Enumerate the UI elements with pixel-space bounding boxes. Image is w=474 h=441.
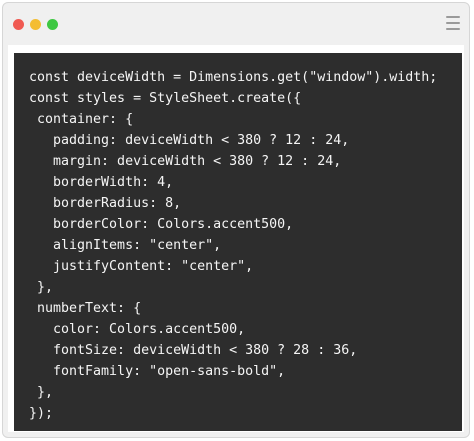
code-line: borderRadius: 8, xyxy=(29,196,182,211)
close-button[interactable] xyxy=(13,19,24,30)
content-area: const deviceWidth = Dimensions.get("wind… xyxy=(8,45,464,432)
minimize-button[interactable] xyxy=(30,19,41,30)
code-line: alignItems: "center", xyxy=(29,238,222,253)
code-line: fontSize: deviceWidth < 380 ? 28 : 36, xyxy=(29,343,358,358)
menu-bar-middle xyxy=(446,22,460,24)
menu-bar-top xyxy=(446,16,460,18)
zoom-button[interactable] xyxy=(47,19,58,30)
hamburger-menu-icon[interactable] xyxy=(446,16,460,30)
code-line: const styles = StyleSheet.create({ xyxy=(29,91,302,106)
code-block: const deviceWidth = Dimensions.get("wind… xyxy=(14,53,462,431)
code-line: }); xyxy=(29,406,54,421)
code-line: justifyContent: "center", xyxy=(29,259,254,274)
code-line: const deviceWidth = Dimensions.get("wind… xyxy=(29,70,438,85)
code-line: container: { xyxy=(29,112,134,127)
code-line: }, xyxy=(29,280,54,295)
title-bar xyxy=(3,3,469,45)
code-line: color: Colors.accent500, xyxy=(29,322,246,337)
code-line: numberText: { xyxy=(29,301,142,316)
menu-bar-bottom xyxy=(446,28,460,30)
window-controls xyxy=(13,19,58,30)
code-line: borderWidth: 4, xyxy=(29,175,174,190)
code-line: margin: deviceWidth < 380 ? 12 : 24, xyxy=(29,154,342,169)
code-line: borderColor: Colors.accent500, xyxy=(29,217,294,232)
code-line: padding: deviceWidth < 380 ? 12 : 24, xyxy=(29,133,350,148)
code-line: }, xyxy=(29,385,54,400)
app-window: const deviceWidth = Dimensions.get("wind… xyxy=(2,2,470,438)
code-line: fontFamily: "open-sans-bold", xyxy=(29,364,286,379)
